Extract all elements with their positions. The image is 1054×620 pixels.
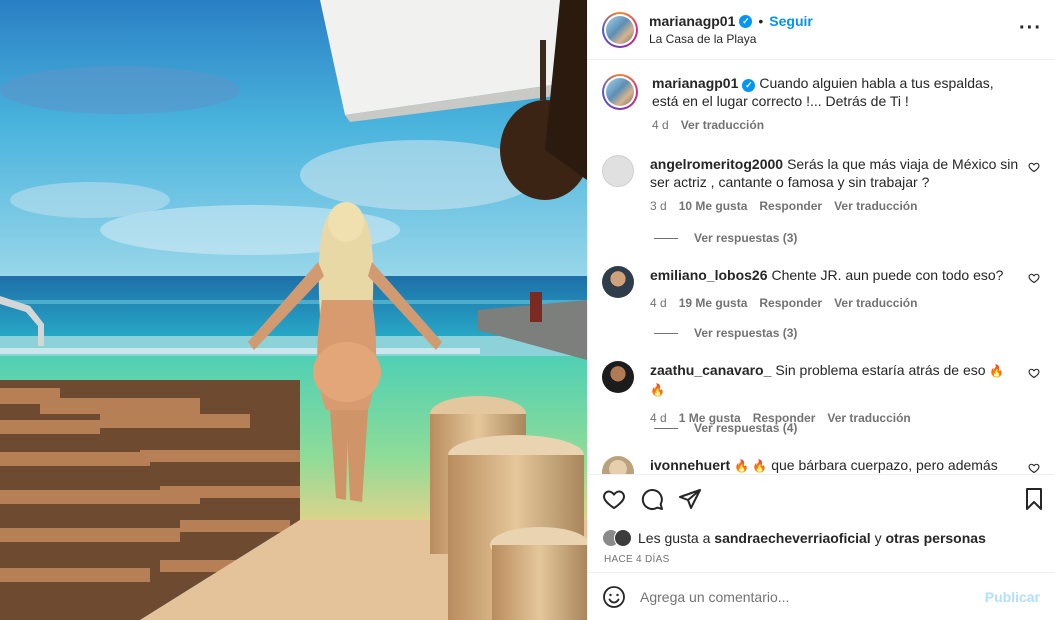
caption-translate-link[interactable]: Ver traducción [681,118,764,132]
likes-summary: Les gusta a sandraecheverriaoficial y ot… [588,522,1054,554]
like-comment-heart-icon[interactable] [1028,161,1040,173]
comment-username[interactable]: angelromeritog2000 [650,156,783,172]
comment-avatar[interactable] [602,155,634,187]
comment-item: angelromeritog2000 Serás la que más viaja… [602,155,1040,213]
comment-item: emiliano_lobos26 Chente JR. aun puede con… [602,266,1040,310]
instagram-post-modal: marianagp01 ✓ • Seguir La Casa de la Pla… [0,0,1054,620]
post-location[interactable]: La Casa de la Playa [649,32,813,46]
like-comment-heart-icon[interactable] [1028,462,1040,474]
post-timestamp[interactable]: HACE 4 DÍAS [588,554,1054,572]
view-replies-button[interactable]: Ver respuestas (4) [654,421,797,435]
like-comment-heart-icon[interactable] [1028,367,1040,379]
comment-icon[interactable] [640,487,664,511]
more-icon[interactable]: ··· [1019,18,1042,38]
heart-icon[interactable] [602,487,626,511]
reply-button[interactable]: Responder [759,296,822,310]
separator-dot: • [758,13,764,29]
comments-list[interactable]: marianagp01 ✓ Cuando alguien habla a tus e… [588,60,1054,474]
comment-avatar[interactable] [602,266,634,298]
comment-avatar[interactable] [602,456,634,474]
liker-username[interactable]: sandraecheverriaoficial [714,530,870,546]
verified-icon: ✓ [742,78,756,92]
view-replies-label: Ver respuestas (4) [694,421,798,435]
comment-avatar[interactable] [602,361,634,393]
author-username[interactable]: marianagp01 [649,13,735,29]
post-side-panel: marianagp01 ✓ • Seguir La Casa de la Pla… [587,0,1054,620]
share-icon[interactable] [678,487,702,511]
reply-button[interactable]: Responder [759,199,822,213]
comment-likes[interactable]: 19 Me gusta [679,296,748,310]
comment-age[interactable]: 3 d [650,199,667,213]
translate-link[interactable]: Ver traducción [834,199,917,213]
bookmark-icon[interactable] [1022,487,1046,511]
comment-likes[interactable]: 10 Me gusta [679,199,748,213]
view-replies-button[interactable]: Ver respuestas (3) [654,231,797,245]
likers-avatars[interactable] [602,529,632,547]
beach-pool-photo [0,0,587,620]
post-header: marianagp01 ✓ • Seguir La Casa de la Pla… [588,0,1054,60]
author-avatar[interactable] [602,11,638,48]
post-actions-bar [588,474,1054,522]
comment-username[interactable]: ivonnehuert [650,457,730,473]
translate-link[interactable]: Ver traducción [827,411,910,425]
translate-link[interactable]: Ver traducción [834,296,917,310]
view-replies-label: Ver respuestas (3) [694,231,798,245]
publish-button[interactable]: Publicar [985,589,1040,605]
caption-username[interactable]: marianagp01 [652,75,738,91]
caption-avatar[interactable] [602,74,638,110]
likes-prefix: Les gusta a [638,530,711,546]
post-photo[interactable] [0,0,587,620]
comment-item: ivonnehuert 🔥 🔥 que bárbara cuerpazo, per… [602,456,1040,474]
verified-icon: ✓ [739,14,753,28]
caption-age[interactable]: 4 d [652,118,669,132]
comment-input[interactable]: Agrega un comentario... [640,589,985,605]
comment-username[interactable]: zaathu_canavaro_ [650,362,771,378]
comment-text: Chente JR. aun puede con todo eso? [771,267,1004,283]
follow-button[interactable]: Seguir [769,13,813,29]
likes-conj: y [874,530,882,546]
emoji-icon[interactable] [602,585,626,609]
comment-item: zaathu_canavaro_ Sin problema estaría atr… [602,361,1040,425]
comment-text: Sin problema estaría atrás de eso [775,362,986,378]
others-link[interactable]: otras personas [885,530,985,546]
comment-age[interactable]: 4 d [650,296,667,310]
view-replies-button[interactable]: Ver respuestas (3) [654,326,797,340]
caption: marianagp01 ✓ Cuando alguien habla a tus e… [602,74,1040,132]
view-replies-label: Ver respuestas (3) [694,326,798,340]
fire-emoji-icon: 🔥 🔥 [734,459,768,473]
add-comment-bar: Agrega un comentario... Publicar [588,572,1054,620]
comment-username[interactable]: emiliano_lobos26 [650,267,767,283]
like-comment-heart-icon[interactable] [1028,272,1040,284]
